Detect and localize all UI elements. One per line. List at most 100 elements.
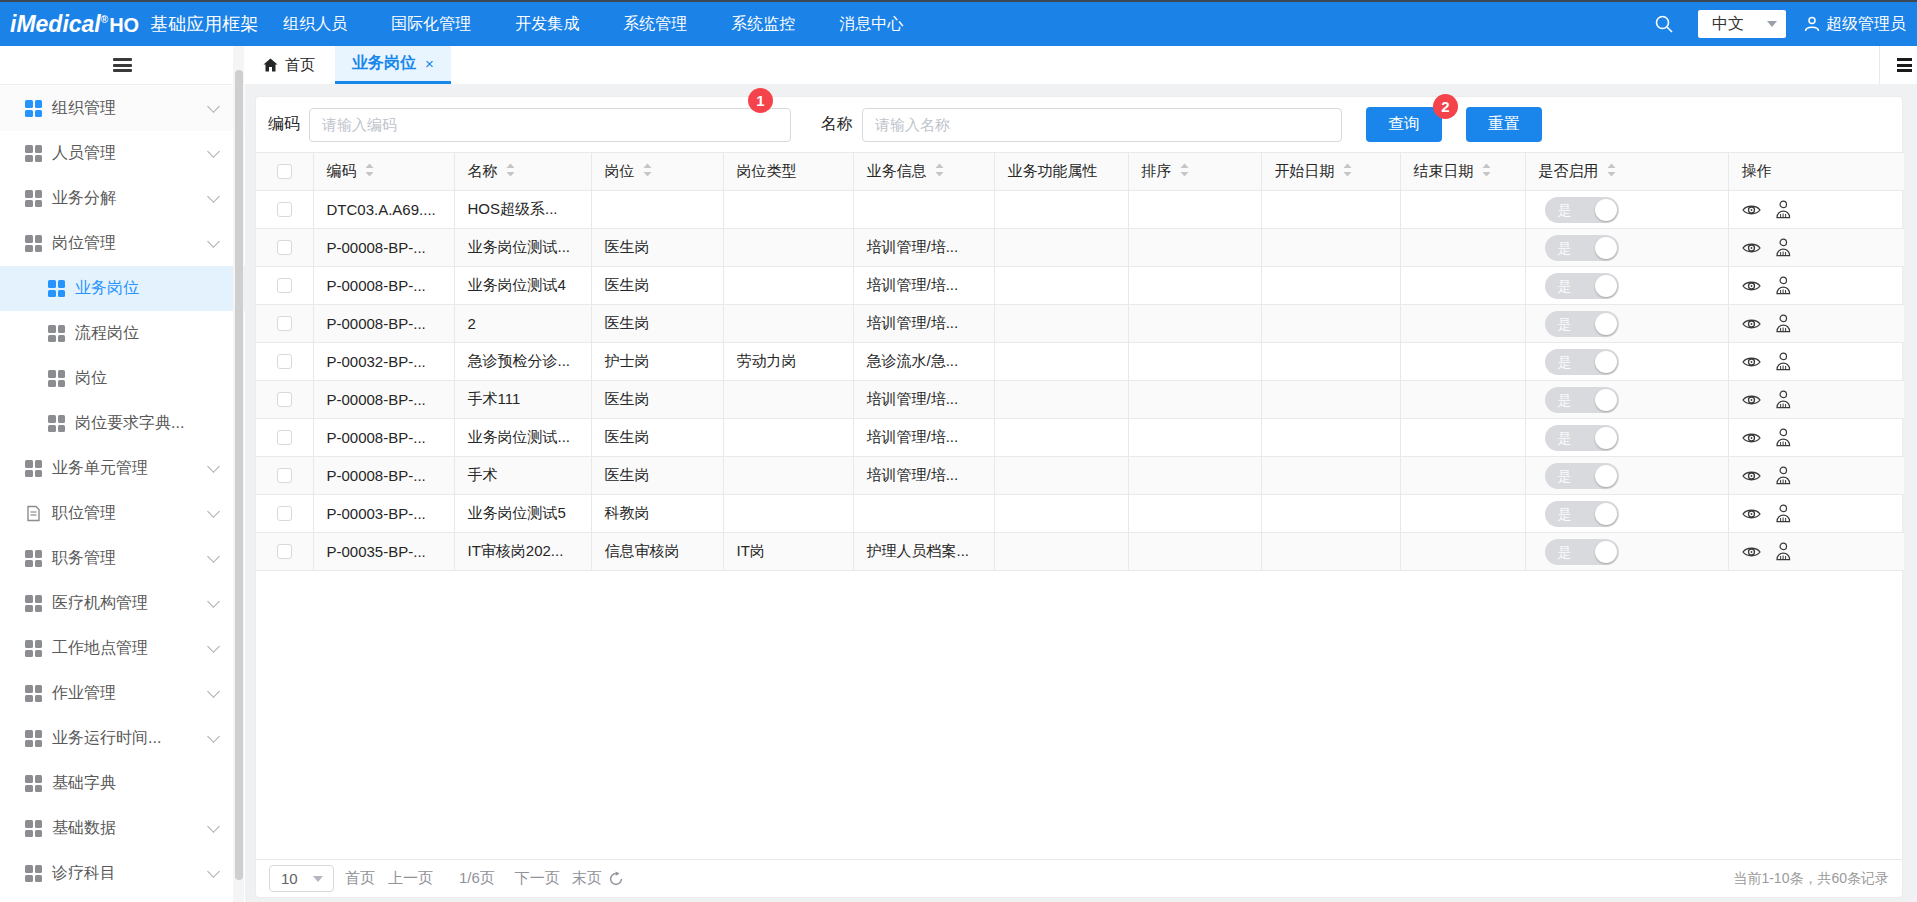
page-size-value: 10 (281, 870, 298, 887)
sidebar-item[interactable]: 工作地点管理 (0, 626, 245, 671)
enabled-toggle[interactable]: 是 (1545, 349, 1619, 375)
sidebar-item[interactable]: 组织管理 (0, 86, 245, 131)
top-nav-item-5[interactable]: 系统监控 (731, 14, 795, 35)
view-icon[interactable] (1742, 316, 1761, 332)
view-icon[interactable] (1742, 354, 1761, 370)
sidebar-collapse-icon[interactable] (113, 55, 132, 74)
row-checkbox[interactable] (277, 506, 292, 521)
sidebar-item[interactable]: 业务运行时间... (0, 716, 245, 761)
page-size-select[interactable]: 10 (269, 865, 334, 892)
enabled-toggle[interactable]: 是 (1545, 539, 1619, 565)
sidebar-item[interactable]: 基础数据 (0, 806, 245, 851)
top-nav-item-4[interactable]: 系统管理 (623, 14, 687, 35)
enabled-toggle[interactable]: 是 (1545, 463, 1619, 489)
search-button[interactable]: 查询 (1366, 107, 1442, 142)
sidebar-item[interactable]: 岗位要求字典... (0, 401, 245, 446)
column-header[interactable]: 岗位 (591, 153, 723, 191)
row-checkbox[interactable] (277, 202, 292, 217)
refresh-icon[interactable] (608, 871, 624, 887)
enabled-toggle[interactable]: 是 (1545, 273, 1619, 299)
name-input[interactable] (862, 108, 1342, 142)
page-last[interactable]: 末页 (572, 869, 602, 888)
enabled-toggle[interactable]: 是 (1545, 387, 1619, 413)
sidebar-item[interactable]: 人员管理 (0, 131, 245, 176)
assign-user-icon[interactable] (1774, 466, 1792, 485)
sidebar-item[interactable]: 岗位 (0, 356, 245, 401)
grid-icon (25, 640, 42, 657)
cell-enabled: 是 (1525, 305, 1728, 343)
page-first[interactable]: 首页 (345, 869, 375, 888)
row-checkbox[interactable] (277, 354, 292, 369)
row-checkbox[interactable] (277, 240, 292, 255)
enabled-toggle[interactable]: 是 (1545, 425, 1619, 451)
sidebar-item[interactable]: 岗位管理 (0, 221, 245, 266)
column-header[interactable]: 名称 (454, 153, 591, 191)
view-icon[interactable] (1742, 544, 1761, 560)
enabled-toggle[interactable]: 是 (1545, 311, 1619, 337)
row-checkbox[interactable] (277, 430, 292, 445)
row-checkbox[interactable] (277, 316, 292, 331)
sidebar-item[interactable]: 业务岗位 (0, 266, 245, 311)
view-icon[interactable] (1742, 240, 1761, 256)
assign-user-icon[interactable] (1774, 238, 1792, 257)
view-icon[interactable] (1742, 202, 1761, 218)
view-icon[interactable] (1742, 430, 1761, 446)
reset-button[interactable]: 重置 (1466, 107, 1542, 142)
cell-name: 业务岗位测试... (454, 419, 591, 457)
column-header[interactable]: 结束日期 (1400, 153, 1525, 191)
tab-menu-button[interactable] (1879, 46, 1917, 84)
view-icon[interactable] (1742, 468, 1761, 484)
assign-user-icon[interactable] (1774, 390, 1792, 409)
column-header[interactable]: 业务信息 (853, 153, 994, 191)
row-checkbox[interactable] (277, 392, 292, 407)
search-icon[interactable] (1654, 14, 1674, 34)
column-header[interactable]: 是否启用 (1525, 153, 1728, 191)
sidebar-item[interactable]: 诊疗科目 (0, 851, 245, 896)
enabled-toggle[interactable]: 是 (1545, 501, 1619, 527)
sidebar-scrollbar[interactable] (233, 46, 244, 902)
tab-home[interactable]: 首页 (245, 46, 335, 84)
row-checkbox[interactable] (277, 278, 292, 293)
column-header[interactable]: 编码 (313, 153, 454, 191)
assign-user-icon[interactable] (1774, 276, 1792, 295)
tab-business-post[interactable]: 业务岗位 × (335, 46, 451, 84)
select-all-checkbox[interactable] (277, 164, 292, 179)
assign-user-icon[interactable] (1774, 504, 1792, 523)
sidebar-item[interactable]: 基础字典 (0, 761, 245, 806)
sidebar-item[interactable]: 业务单元管理 (0, 446, 245, 491)
sidebar-item[interactable]: 医疗机构管理 (0, 581, 245, 626)
top-nav-item-2[interactable]: 国际化管理 (391, 14, 471, 35)
top-nav-item-6[interactable]: 消息中心 (839, 14, 903, 35)
code-input[interactable] (309, 108, 791, 142)
enabled-toggle[interactable]: 是 (1545, 235, 1619, 261)
assign-user-icon[interactable] (1774, 314, 1792, 333)
view-icon[interactable] (1742, 392, 1761, 408)
language-select[interactable]: 中文 (1698, 10, 1786, 38)
assign-user-icon[interactable] (1774, 352, 1792, 371)
sidebar-item[interactable]: 流程岗位 (0, 311, 245, 356)
assign-user-icon[interactable] (1774, 542, 1792, 561)
row-checkbox[interactable] (277, 468, 292, 483)
sidebar-item[interactable]: 业务分解 (0, 176, 245, 221)
page-prev[interactable]: 上一页 (388, 869, 433, 888)
table-header: 编码名称岗位岗位类型业务信息业务功能属性排序开始日期结束日期是否启用操作 (256, 153, 1904, 191)
sidebar-item[interactable]: 职务管理 (0, 536, 245, 581)
user-menu[interactable]: 超级管理员 (1803, 14, 1906, 35)
row-checkbox[interactable] (277, 544, 292, 559)
view-icon[interactable] (1742, 278, 1761, 294)
column-header: 业务功能属性 (994, 153, 1128, 191)
sidebar-item[interactable]: 职位管理 (0, 491, 245, 536)
column-header[interactable]: 排序 (1128, 153, 1261, 191)
assign-user-icon[interactable] (1774, 428, 1792, 447)
view-icon[interactable] (1742, 506, 1761, 522)
close-icon[interactable]: × (425, 55, 434, 72)
top-nav-item-3[interactable]: 开发集成 (515, 14, 579, 35)
page-next[interactable]: 下一页 (515, 869, 560, 888)
cell-actions (1728, 229, 1904, 267)
column-header[interactable]: 开始日期 (1261, 153, 1400, 191)
enabled-toggle[interactable]: 是 (1545, 197, 1619, 223)
cell-end-date (1400, 343, 1525, 381)
top-nav-item-1[interactable]: 组织人员 (283, 14, 347, 35)
sidebar-item[interactable]: 作业管理 (0, 671, 245, 716)
assign-user-icon[interactable] (1774, 200, 1792, 219)
